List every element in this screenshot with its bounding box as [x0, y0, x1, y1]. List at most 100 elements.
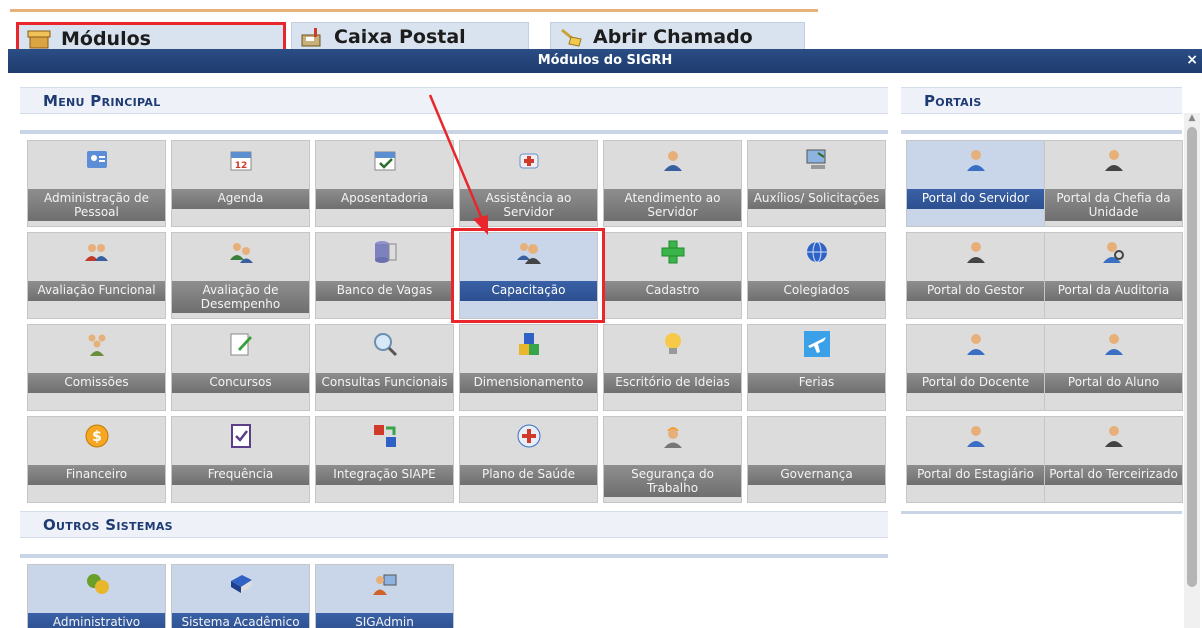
- person-icon: [1100, 330, 1128, 358]
- module-concursos-tile[interactable]: Concursos: [171, 324, 310, 411]
- module-frequencia-label: Frequência: [172, 465, 309, 485]
- module-banco-de-vagas-label: Banco de Vagas: [316, 281, 453, 301]
- module-banco-de-vagas-tile[interactable]: Banco de Vagas: [315, 232, 454, 319]
- module-auxilios-solicitacoes-tile[interactable]: Auxílios/ Solicitações: [747, 140, 886, 227]
- module-ferias-tile[interactable]: Ferias: [747, 324, 886, 411]
- globe-icon: [803, 238, 831, 266]
- health-plus-icon: [515, 422, 543, 450]
- module-auxilios-solicitacoes-label: Auxílios/ Solicitações: [748, 189, 885, 209]
- modal-scrollbar[interactable]: ▲ ▼: [1184, 113, 1200, 628]
- module-comissoes-tile[interactable]: Comissões: [27, 324, 166, 411]
- system-sistema-academico-tile[interactable]: Sistema Acadêmico: [171, 564, 310, 628]
- person-icon: [962, 146, 990, 174]
- module-seguranca-do-trabalho-tile[interactable]: Segurança do Trabalho: [603, 416, 742, 503]
- portal-portal-da-auditoria-tile[interactable]: Portal da Auditoria: [1044, 232, 1183, 319]
- dollar-icon: $: [83, 422, 111, 450]
- module-avaliacao-funcional-tile[interactable]: Avaliação Funcional: [27, 232, 166, 319]
- module-avaliacao-funcional-label: Avaliação Funcional: [28, 281, 165, 301]
- svg-text:12: 12: [235, 161, 248, 171]
- svg-text:$: $: [92, 429, 102, 445]
- users-icon: [83, 238, 111, 266]
- users-group-icon: [515, 238, 543, 266]
- scroll-up-icon[interactable]: ▲: [1187, 113, 1197, 123]
- module-avaliacao-de-desempenho-tile[interactable]: Avaliação de Desempenho: [171, 232, 310, 319]
- section-divider: [901, 130, 1182, 134]
- portal-portal-da-auditoria-label: Portal da Auditoria: [1045, 281, 1182, 301]
- portal-portal-do-estagiario-label: Portal do Estagiário: [907, 465, 1044, 485]
- module-financeiro-tile[interactable]: $ Financeiro: [27, 416, 166, 503]
- module-financeiro-label: Financeiro: [28, 465, 165, 485]
- module-cadastro-label: Cadastro: [604, 281, 741, 301]
- modal-title: Módulos do SIGRH: [537, 53, 673, 68]
- sync-icon: [371, 422, 399, 450]
- admin-system-icon: [83, 570, 111, 598]
- portal-portal-do-estagiario-tile[interactable]: Portal do Estagiário: [906, 416, 1045, 503]
- system-administrativo-label: Administrativo: [28, 613, 165, 628]
- tab-modulos-label: Módulos: [61, 27, 151, 50]
- module-integracao-siape-tile[interactable]: Integração SIAPE: [315, 416, 454, 503]
- system-sistema-academico-label: Sistema Acadêmico: [172, 613, 309, 628]
- portal-portal-do-servidor-tile[interactable]: Portal do Servidor: [906, 140, 1045, 227]
- portal-portal-do-docente-label: Portal do Docente: [907, 373, 1044, 393]
- lightbulb-icon: [659, 330, 687, 358]
- module-escritorio-de-ideias-tile[interactable]: Escritório de Ideias: [603, 324, 742, 411]
- checklist-icon: [227, 422, 255, 450]
- portal-portal-do-servidor-label: Portal do Servidor: [907, 189, 1044, 209]
- module-dimensionamento-tile[interactable]: Dimensionamento: [459, 324, 598, 411]
- module-escritorio-de-ideias-label: Escritório de Ideias: [604, 373, 741, 393]
- pointer-arrow: [428, 94, 488, 235]
- plus-icon: [659, 238, 687, 266]
- module-administracao-de-pessoal-tile[interactable]: Administração de Pessoal: [27, 140, 166, 227]
- portal-portal-do-terceirizado-tile[interactable]: Portal do Terceirizado: [1044, 416, 1183, 503]
- system-sigadmin-label: SIGAdmin: [316, 613, 453, 628]
- module-consultas-funcionais-tile[interactable]: Consultas Funcionais: [315, 324, 454, 411]
- system-administrativo-tile[interactable]: Administrativo: [27, 564, 166, 628]
- portal-portal-do-gestor-tile[interactable]: Portal do Gestor: [906, 232, 1045, 319]
- module-capacitacao-tile[interactable]: Capacitação: [459, 232, 598, 319]
- module-governanca-tile[interactable]: Governança: [747, 416, 886, 503]
- portal-portal-do-aluno-tile[interactable]: Portal do Aluno: [1044, 324, 1183, 411]
- module-dimensionamento-label: Dimensionamento: [460, 373, 597, 393]
- module-comissoes-label: Comissões: [28, 373, 165, 393]
- module-avaliacao-de-desempenho-label: Avaliação de Desempenho: [172, 281, 309, 313]
- portal-portal-da-chefia-da-unidade-label: Portal da Chefia da Unidade: [1045, 189, 1182, 221]
- admin-people-icon: [83, 146, 111, 174]
- portal-portal-da-chefia-da-unidade-tile[interactable]: Portal da Chefia da Unidade: [1044, 140, 1183, 227]
- person-icon: [962, 330, 990, 358]
- modules-modal: Módulos do SIGRH × Menu Principal Portai…: [8, 49, 1202, 628]
- person-suit-icon: [962, 238, 990, 266]
- section-divider: [901, 511, 1182, 514]
- edit-doc-icon: [227, 330, 255, 358]
- calendar-icon: 12: [227, 146, 255, 174]
- module-plano-de-saude-tile[interactable]: Plano de Saúde: [459, 416, 598, 503]
- mailbox-icon: [300, 27, 326, 47]
- person-icon: [962, 422, 990, 450]
- system-sigadmin-tile[interactable]: SIGAdmin: [315, 564, 454, 628]
- section-outros-sistemas-title: Outros Sistemas: [20, 511, 888, 538]
- module-plano-de-saude-label: Plano de Saúde: [460, 465, 597, 485]
- module-cadastro-tile[interactable]: Cadastro: [603, 232, 742, 319]
- module-consultas-funcionais-label: Consultas Funcionais: [316, 373, 453, 393]
- module-colegiados-tile[interactable]: Colegiados: [747, 232, 886, 319]
- module-governanca-label: Governança: [748, 465, 885, 485]
- portal-portal-do-docente-tile[interactable]: Portal do Docente: [906, 324, 1045, 411]
- portal-portal-do-aluno-label: Portal do Aluno: [1045, 373, 1182, 393]
- module-capacitacao-label: Capacitação: [460, 281, 597, 301]
- close-icon[interactable]: ×: [1186, 49, 1198, 71]
- tab-abrir-chamado[interactable]: Abrir Chamado: [550, 22, 805, 52]
- book-icon: [227, 570, 255, 598]
- box-icon: [27, 29, 53, 49]
- portal-portal-do-gestor-label: Portal do Gestor: [907, 281, 1044, 301]
- modal-header: Módulos do SIGRH ×: [8, 49, 1202, 73]
- magnifier-icon: [371, 330, 399, 358]
- module-atendimento-ao-servidor-tile[interactable]: Atendimento ao Servidor: [603, 140, 742, 227]
- person-suit-icon: [1100, 422, 1128, 450]
- module-frequencia-tile[interactable]: Frequência: [171, 416, 310, 503]
- tab-modulos[interactable]: Módulos: [16, 22, 286, 52]
- portal-portal-do-terceirizado-label: Portal do Terceirizado: [1045, 465, 1182, 485]
- module-integracao-siape-label: Integração SIAPE: [316, 465, 453, 485]
- tab-caixa-postal[interactable]: Caixa Postal: [291, 22, 529, 52]
- computer-icon: [803, 146, 831, 174]
- module-agenda-tile[interactable]: 12 Agenda: [171, 140, 310, 227]
- scroll-thumb[interactable]: [1187, 127, 1197, 587]
